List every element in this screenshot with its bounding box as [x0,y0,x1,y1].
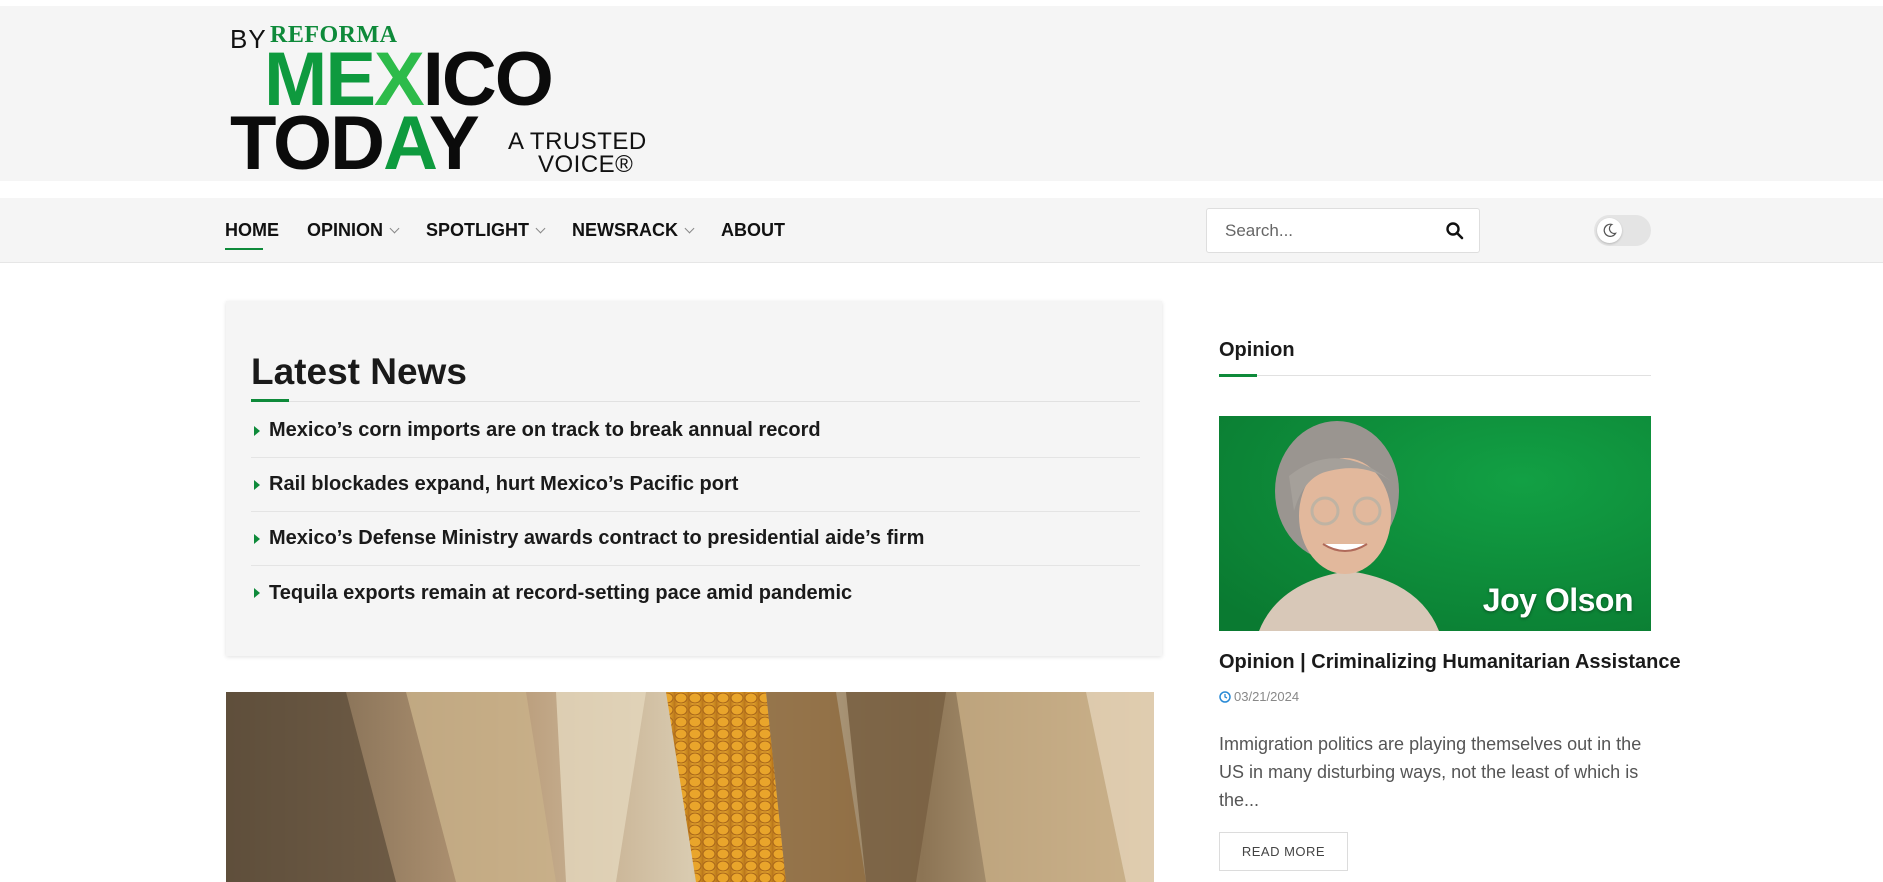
chevron-down-icon [389,223,400,234]
caret-right-icon [254,533,260,544]
list-item[interactable]: Tequila exports remain at record-setting… [251,566,1140,620]
site-logo[interactable]: BY REFORMA MEXICO TODAY A TRUSTED VOICE® [230,20,650,186]
nav-item-spotlight[interactable]: SPOTLIGHT [426,198,546,263]
latest-news-list: Mexico’s corn imports are on track to br… [251,404,1140,620]
corn-image [226,692,1154,882]
nav-label-newsrack: NEWSRACK [572,220,679,240]
logo-tagline: A TRUSTED VOICE® [508,128,647,178]
latest-news-block: Latest News Mexico’s corn imports are on… [226,301,1162,656]
opinion-photo[interactable]: Joy Olson [1219,416,1651,631]
heading-accent [251,399,289,402]
nav-item-newsrack[interactable]: NEWSRACK [572,198,695,263]
read-more-button[interactable]: READ MORE [1219,832,1348,871]
photo-caption: Joy Olson [1482,582,1634,618]
post-date-text: 03/21/2024 [1234,689,1300,704]
latest-news-heading: Latest News [251,351,467,392]
post-excerpt: Immigration politics are playing themsel… [1219,734,1642,810]
nav-label-opinion: OPINION [307,220,384,240]
opinion-post-title[interactable]: Opinion | Criminalizing Humanitarian Ass… [1219,651,1681,674]
featured-image[interactable] [226,692,1154,882]
nav-item-about[interactable]: ABOUT [721,198,785,263]
news-link[interactable]: Tequila exports remain at record-setting… [269,582,852,605]
moon-icon [1603,223,1617,237]
search-icon[interactable] [1445,221,1465,241]
list-item[interactable]: Mexico’s Defense Ministry awards contrac… [251,512,1140,566]
clock-icon [1219,690,1231,703]
search-box [1206,208,1480,253]
list-item[interactable]: Rail blockades expand, hurt Mexico’s Pac… [251,458,1140,512]
nav-item-opinion[interactable]: OPINION [307,198,400,263]
main-nav: HOME OPINION SPOTLIGHT NEWSRACK ABOUT [225,198,813,263]
search-input[interactable] [1207,209,1437,252]
toggle-knob [1597,218,1622,243]
caret-right-icon [254,588,260,598]
chevron-down-icon [535,223,546,234]
news-link[interactable]: Mexico’s corn imports are on track to br… [269,419,821,442]
list-item[interactable]: Mexico’s corn imports are on track to br… [251,404,1140,458]
sidebar-divider [1219,375,1651,376]
nav-label-about: ABOUT [721,220,786,240]
main-navbar: HOME OPINION SPOTLIGHT NEWSRACK ABOUT [0,198,1883,263]
news-link[interactable]: Mexico’s Defense Ministry awards contrac… [269,527,924,550]
logo-today: TODAY [230,101,480,186]
news-link[interactable]: Rail blockades expand, hurt Mexico’s Pac… [269,473,738,496]
caret-right-icon [254,479,260,490]
chevron-down-icon [684,223,695,234]
sidebar-accent [1219,374,1257,377]
nav-item-home[interactable]: HOME [225,198,279,263]
logo-by: BY [230,24,267,54]
caret-right-icon [254,425,260,436]
nav-label-spotlight: SPOTLIGHT [426,220,530,240]
site-header: BY REFORMA MEXICO TODAY A TRUSTED VOICE® [0,6,1883,186]
heading-divider [251,401,1140,402]
post-date: 03/21/2024 [1219,689,1299,704]
dark-mode-toggle[interactable] [1594,215,1651,246]
nav-label-home: HOME [225,220,279,240]
sidebar-title: Opinion [1219,339,1295,361]
